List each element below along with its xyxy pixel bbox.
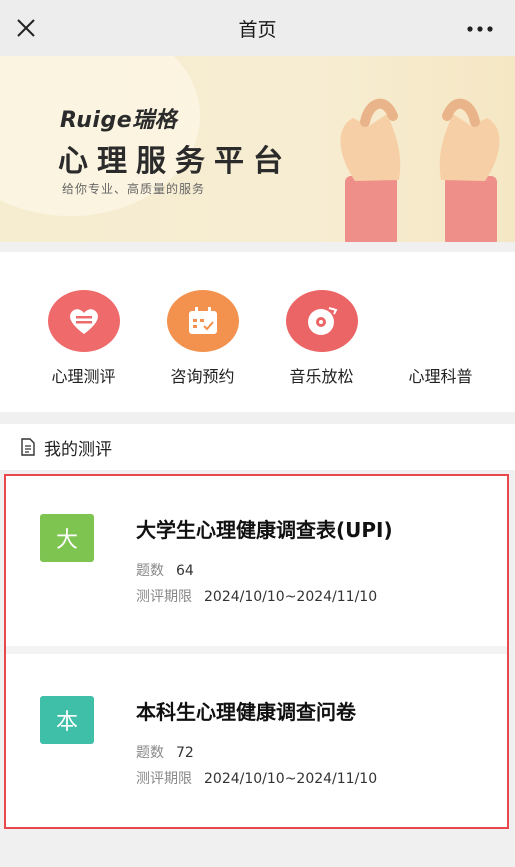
count-value: 64 xyxy=(176,563,194,579)
count-label: 题数 xyxy=(136,745,164,761)
top-bar: 首页 xyxy=(0,0,515,56)
period-row: 测评期限 2024/10/10~2024/11/10 xyxy=(136,768,377,788)
assessment-card[interactable]: 大 大学生心理健康调查表(UPI) 题数 64 测评期限 2024/10/10~20… xyxy=(6,476,507,646)
question-count-row: 题数 72 xyxy=(136,742,194,762)
menu-item-assessment[interactable]: 心理测评 xyxy=(24,252,143,412)
question-count-row: 题数 64 xyxy=(136,560,194,580)
period-label: 测评期限 xyxy=(136,771,192,787)
heart-list-icon xyxy=(47,290,120,352)
banner-headline: 心理服务平台 xyxy=(58,144,292,179)
assessment-list: 大 大学生心理健康调查表(UPI) 题数 64 测评期限 2024/10/10~20… xyxy=(4,474,509,829)
quick-menu: 心理测评 咨询预约 音乐放松 心理科普 xyxy=(0,252,515,412)
menu-item-label: 咨询预约 xyxy=(170,367,235,386)
music-disc-icon xyxy=(285,290,358,352)
menu-item-booking[interactable]: 咨询预约 xyxy=(143,252,262,412)
heart-hands-illustration xyxy=(340,98,500,242)
period-row: 测评期限 2024/10/10~2024/11/10 xyxy=(136,586,377,606)
more-horizontal-icon[interactable] xyxy=(467,26,493,32)
document-icon xyxy=(21,438,35,456)
menu-item-label: 心理测评 xyxy=(51,367,116,386)
close-icon[interactable] xyxy=(14,16,38,40)
banner-subtitle: 给你专业、高质量的服务 xyxy=(62,182,206,196)
assessment-card[interactable]: 本 本科生心理健康调查问卷 题数 72 测评期限 2024/10/10~2024/1… xyxy=(6,654,507,827)
calendar-icon xyxy=(166,290,239,352)
page-title: 首页 xyxy=(238,18,277,41)
assessment-badge: 大 xyxy=(40,514,94,562)
menu-item-label: 心理科普 xyxy=(408,367,473,386)
section-header: 我的测评 xyxy=(0,424,515,470)
banner[interactable]: Ruige瑞格 心理服务平台 给你专业、高质量的服务 xyxy=(0,56,515,242)
count-value: 72 xyxy=(176,745,194,761)
assessment-title: 大学生心理健康调查表(UPI) xyxy=(136,518,393,542)
menu-item-label: 音乐放松 xyxy=(289,367,354,386)
period-label: 测评期限 xyxy=(136,589,192,605)
count-label: 题数 xyxy=(136,563,164,579)
menu-item-science[interactable]: 心理科普 xyxy=(381,252,500,412)
banner-brand: Ruige瑞格 xyxy=(60,108,178,133)
section-title: 我的测评 xyxy=(44,439,112,460)
menu-item-music[interactable]: 音乐放松 xyxy=(262,252,381,412)
assessment-title: 本科生心理健康调查问卷 xyxy=(136,700,356,724)
assessment-badge: 本 xyxy=(40,696,94,744)
period-value: 2024/10/10~2024/11/10 xyxy=(204,771,378,787)
period-value: 2024/10/10~2024/11/10 xyxy=(204,589,378,605)
